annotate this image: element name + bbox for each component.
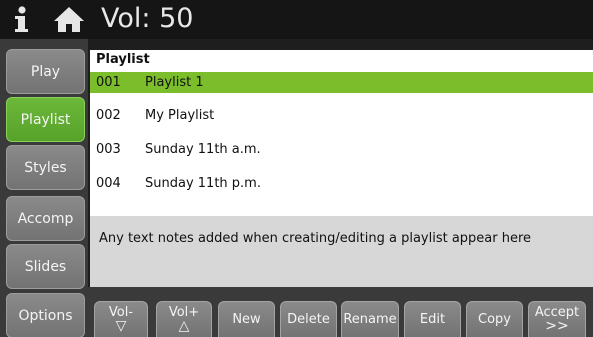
accept-button[interactable]: Accept >> [528, 301, 586, 337]
tab-play[interactable]: Play [6, 49, 85, 94]
button-label: Rename [343, 312, 397, 327]
playlist-panel: Playlist 001 Playlist 1 002 My Playlist … [90, 50, 593, 216]
button-label: Copy [478, 312, 511, 327]
top-bar: Vol: 50 [0, 0, 593, 39]
row-number: 001 [96, 75, 121, 90]
playlist-row[interactable]: 002 My Playlist [90, 105, 593, 126]
row-number: 004 [96, 176, 121, 191]
playlist-row[interactable]: 001 Playlist 1 [90, 72, 593, 93]
panel-title: Playlist [96, 52, 150, 67]
tab-label: Slides [24, 258, 67, 275]
tab-slides[interactable]: Slides [6, 244, 85, 289]
info-icon[interactable] [8, 3, 34, 35]
tab-accomp[interactable]: Accomp [6, 196, 85, 241]
row-name: Sunday 11th a.m. [145, 142, 261, 157]
volume-display: Vol: 50 [101, 3, 194, 34]
tab-label: Accomp [17, 210, 74, 227]
tab-styles[interactable]: Styles [6, 145, 85, 190]
tab-label: Play [30, 63, 61, 80]
row-name: Sunday 11th p.m. [145, 176, 261, 191]
notes-text: Any text notes added when creating/editi… [99, 231, 532, 246]
row-name: Playlist 1 [145, 75, 204, 90]
delete-button[interactable]: Delete [280, 301, 337, 337]
row-number: 002 [96, 108, 121, 123]
row-name: My Playlist [145, 108, 215, 123]
row-number: 003 [96, 142, 121, 157]
tab-label: Styles [24, 159, 67, 176]
button-sublabel: >> [545, 318, 569, 334]
tab-playlist[interactable]: Playlist [6, 97, 85, 142]
copy-button[interactable]: Copy [466, 301, 523, 337]
edit-button[interactable]: Edit [404, 301, 461, 337]
sidebar: Play Playlist Styles Accomp Slides Optio… [0, 39, 88, 337]
volume-up-button[interactable]: Vol+ △ [156, 301, 212, 337]
tab-label: Options [18, 307, 73, 324]
tab-options[interactable]: Options [6, 293, 85, 337]
down-triangle-icon: ▽ [115, 318, 127, 334]
tab-label: Playlist [20, 111, 71, 128]
new-button[interactable]: New [218, 301, 275, 337]
button-label: Edit [419, 312, 446, 327]
button-label: Delete [287, 312, 330, 327]
home-icon[interactable] [52, 3, 86, 35]
up-triangle-icon: △ [178, 318, 190, 334]
volume-down-button[interactable]: Vol- ▽ [94, 301, 148, 337]
button-label: New [232, 312, 261, 327]
playlist-row[interactable]: 003 Sunday 11th a.m. [90, 139, 593, 160]
playlist-row[interactable]: 004 Sunday 11th p.m. [90, 173, 593, 194]
rename-button[interactable]: Rename [341, 301, 399, 337]
notes-area: Any text notes added when creating/editi… [90, 216, 593, 287]
